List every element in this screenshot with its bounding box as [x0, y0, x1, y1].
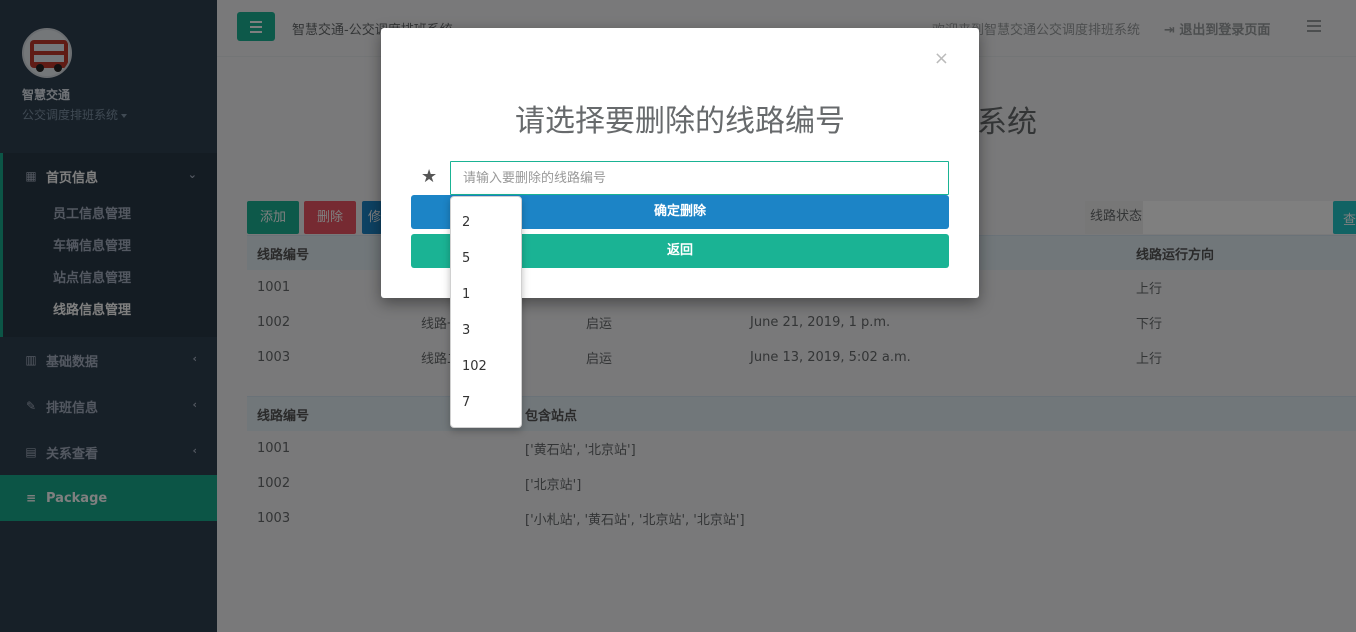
dropdown-option[interactable]: 102: [451, 349, 521, 385]
modal-title: 请选择要删除的线路编号: [515, 104, 845, 139]
star-icon: ★: [421, 166, 438, 187]
dropdown-option[interactable]: 1: [451, 277, 521, 313]
route-id-input[interactable]: [450, 161, 949, 195]
close-icon[interactable]: ×: [934, 48, 949, 69]
dropdown-option[interactable]: 3: [451, 313, 521, 349]
dropdown-option[interactable]: 5: [451, 241, 521, 277]
route-id-dropdown: 2 5 1 3 102 7: [450, 196, 522, 428]
dropdown-option[interactable]: 2: [451, 205, 521, 241]
dropdown-option[interactable]: 7: [451, 385, 521, 421]
